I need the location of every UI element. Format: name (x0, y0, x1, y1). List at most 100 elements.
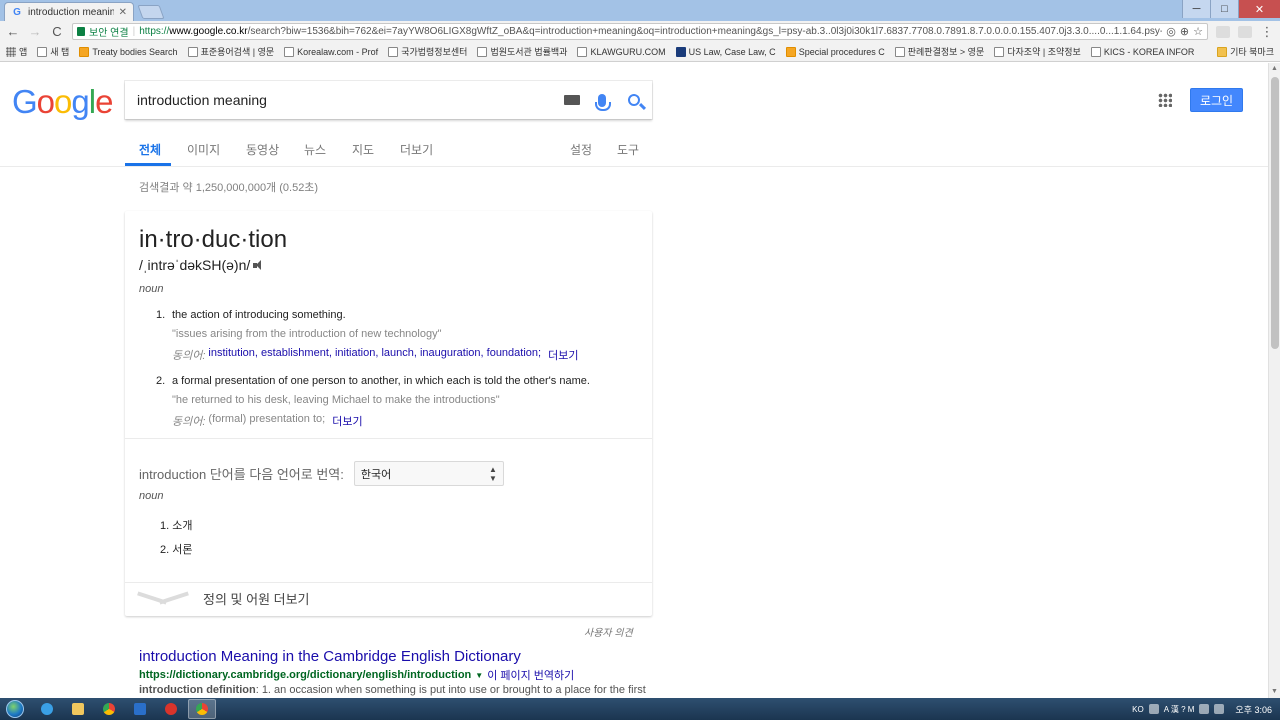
bookmark-star-icon[interactable]: ☆ (1193, 25, 1203, 38)
bookmark-item[interactable]: KLAWGURU.COM (577, 46, 666, 57)
synonyms-list[interactable]: institution, establishment, initiation, … (208, 347, 541, 363)
scroll-thumb[interactable] (1271, 77, 1279, 349)
translate-page-link[interactable]: 이 페이지 번역하기 (487, 667, 574, 683)
taskbar-chrome-active[interactable] (188, 699, 216, 719)
bookmark-item[interactable]: US Law, Case Law, C (675, 46, 776, 57)
bookmark-item[interactable]: 법원도서관 법률백과 (477, 45, 567, 58)
bookmark-item[interactable]: 앱 (6, 45, 27, 58)
tray-language[interactable]: KO (1132, 705, 1144, 714)
bookmark-item[interactable]: 새 탭 (37, 45, 69, 58)
tab-images[interactable]: 이미지 (187, 141, 220, 158)
tab-videos[interactable]: 동영상 (246, 141, 279, 158)
apps-grid-icon (6, 46, 16, 57)
card-divider (125, 438, 652, 439)
result-title-link[interactable]: introduction Meaning in the Cambridge En… (139, 648, 521, 665)
google-favicon-icon: G (13, 6, 21, 18)
translate-label: introduction 단어를 다음 언어로 번역: (139, 467, 344, 482)
other-bookmarks[interactable]: 기타 북마크 (1217, 45, 1274, 58)
bookmark-favicon-icon (79, 46, 90, 57)
tab-tools[interactable]: 도구 (617, 141, 639, 158)
menu-kebab-icon[interactable]: ⋮ (1260, 24, 1274, 40)
speaker-icon[interactable] (253, 260, 265, 270)
other-bookmarks-label: 기타 북마크 (1230, 47, 1274, 57)
new-tab-button[interactable] (137, 5, 165, 19)
language-select-value: 한국어 (360, 468, 392, 481)
scroll-down-arrow-icon[interactable]: ▼ (1269, 686, 1280, 698)
bookmark-item[interactable]: 국가법령정보센터 (388, 45, 467, 58)
synonyms-label: 동의어: (172, 416, 206, 428)
bookmark-item[interactable]: Korealaw.com - Prof (284, 46, 378, 57)
taskbar-ie[interactable] (33, 699, 61, 719)
taskbar-chrome[interactable] (95, 699, 123, 719)
keyboard-icon[interactable] (564, 95, 580, 105)
bookmark-item[interactable]: 다자조약 | 조약정보 (994, 45, 1081, 58)
location-icon[interactable]: ◎ (1166, 25, 1176, 38)
back-button[interactable]: ← (6, 24, 20, 39)
tab-news[interactable]: 뉴스 (304, 141, 326, 158)
mic-icon[interactable] (595, 93, 611, 111)
taskbar-app[interactable] (157, 699, 185, 719)
extension-icon[interactable] (1238, 25, 1252, 38)
browser-tab[interactable]: G introduction meaning - G ✕ (4, 2, 134, 21)
bookmark-item[interactable]: KICS - KOREA INFOR (1090, 46, 1195, 57)
start-button[interactable] (0, 698, 30, 720)
google-logo[interactable]: Google (12, 83, 113, 121)
bookmark-item[interactable]: 판례판결정보 > 영문 (894, 45, 984, 58)
minimize-button[interactable]: ─ (1182, 0, 1210, 18)
bookmark-favicon-icon (37, 46, 48, 57)
zoom-icon[interactable]: ⊕ (1180, 25, 1189, 38)
bookmark-item[interactable]: Special procedures C (785, 46, 885, 57)
url-path: /search?biw=1536&bih=762&ei=7ayYW8O6LIGX… (247, 26, 1163, 37)
url-dropdown-icon[interactable]: ▼ (475, 671, 483, 680)
close-window-button[interactable]: ✕ (1238, 0, 1280, 18)
search-input[interactable] (137, 92, 564, 108)
sign-in-button[interactable]: 로그인 (1190, 88, 1243, 112)
address-bar[interactable]: 보안 연결 | https://www.google.co.kr/search?… (72, 23, 1208, 40)
logo-letter: o (36, 83, 55, 120)
window-controls: ─ □ ✕ (1182, 0, 1280, 18)
bookmark-item[interactable]: Treaty bodies Search (79, 46, 178, 57)
bookmark-item[interactable]: 표준용어검색 | 영문 (187, 45, 274, 58)
active-tab-underline (125, 163, 171, 166)
bookmark-label: 앱 (19, 47, 28, 57)
language-select[interactable]: 한국어 ▲ ▼ (353, 461, 504, 486)
taskbar-explorer[interactable] (64, 699, 92, 719)
tab-settings[interactable]: 설정 (570, 141, 592, 158)
logo-letter: g (71, 83, 89, 120)
tab-more[interactable]: 더보기 (400, 141, 433, 158)
windows-logo-icon (6, 700, 24, 718)
bookmark-favicon-icon (477, 46, 488, 57)
bookmark-label: KICS - KOREA INFOR (1103, 46, 1195, 57)
page-scrollbar[interactable]: ▲ ▼ (1268, 63, 1280, 698)
translation-part-of-speech: noun (139, 490, 164, 502)
reload-button[interactable]: C (50, 24, 64, 39)
synonyms-more-link[interactable]: 더보기 (332, 413, 362, 429)
tray-volume-icon[interactable] (1214, 704, 1225, 714)
tab-close-icon[interactable]: ✕ (119, 7, 127, 18)
search-icon[interactable] (628, 94, 640, 106)
synonyms-more-link[interactable]: 더보기 (548, 347, 578, 363)
taskbar-clock[interactable]: 오후 3:06 (1235, 703, 1272, 716)
extension-icon[interactable] (1216, 25, 1230, 38)
tray-network-icon[interactable] (1199, 704, 1210, 714)
tab-maps[interactable]: 지도 (352, 141, 374, 158)
google-apps-icon[interactable] (1158, 93, 1172, 107)
bookmark-favicon-icon (894, 46, 905, 57)
tray-ime-icon[interactable] (1148, 704, 1159, 714)
forward-button[interactable]: → (28, 24, 42, 39)
browser-tabstrip: G introduction meaning - G ✕ ─ □ ✕ (0, 0, 1280, 21)
tray-ime-text[interactable]: A 漢 ? M (1164, 704, 1195, 715)
phonetic: /ˌintrəˈdəkSH(ə)n/ (139, 257, 265, 273)
result-stats: 검색결과 약 1,250,000,000개 (0.52초) (139, 182, 319, 194)
scroll-up-arrow-icon[interactable]: ▲ (1269, 63, 1280, 75)
maximize-button[interactable]: □ (1210, 0, 1238, 18)
url-text[interactable]: https://www.google.co.kr/search?biw=1536… (139, 26, 1162, 37)
translation-item: 1. 소개 (160, 520, 193, 532)
feedback-link[interactable]: 사용자 의견 (584, 624, 633, 639)
bookmark-label: KLAWGURU.COM (590, 46, 666, 57)
tab-all[interactable]: 전체 (139, 141, 161, 158)
more-definitions-row[interactable]: 정의 및 어원 더보기 (137, 589, 310, 608)
translation-item: 2. 서론 (160, 544, 193, 556)
taskbar-app[interactable] (126, 699, 154, 719)
definition-text: a formal presentation of one person to a… (172, 375, 590, 387)
